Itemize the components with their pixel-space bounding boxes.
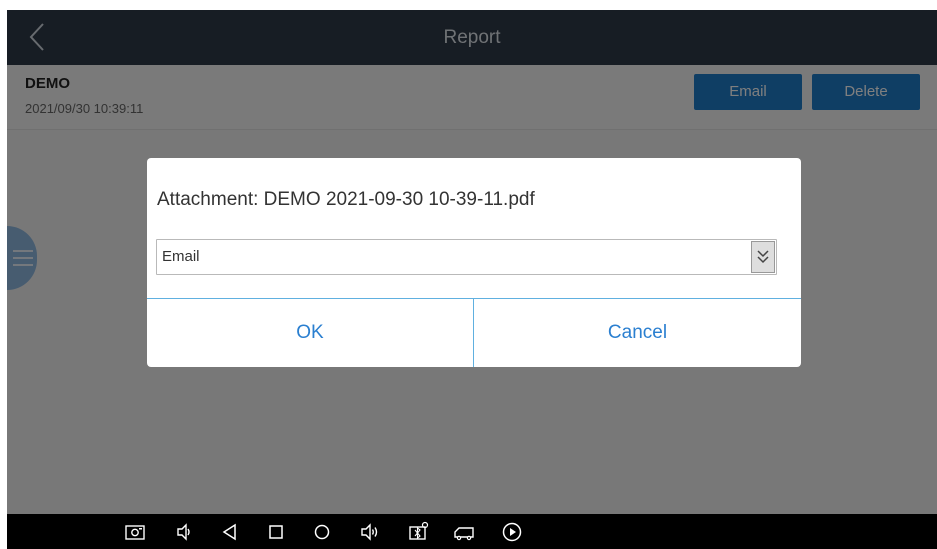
play-icon[interactable] [501, 521, 523, 543]
cancel-button[interactable]: Cancel [474, 299, 801, 367]
volume-up-icon[interactable] [359, 521, 381, 543]
vci-icon[interactable] [407, 521, 429, 543]
volume-down-icon[interactable] [173, 521, 195, 543]
select-value: Email [162, 248, 200, 265]
system-navbar [7, 514, 937, 549]
screenshot-icon[interactable] [124, 521, 146, 543]
vehicle-icon[interactable] [453, 521, 475, 543]
attachment-label: Attachment: DEMO 2021-09-30 10-39-11.pdf [157, 189, 535, 210]
double-chevron-down-icon[interactable] [751, 241, 775, 273]
send-method-select[interactable]: Email [156, 239, 777, 275]
app-screen: Report DEMO 2021/09/30 10:39:11 Email De… [7, 10, 937, 549]
send-report-dialog: Attachment: DEMO 2021-09-30 10-39-11.pdf… [147, 158, 801, 367]
home-icon[interactable] [311, 521, 333, 543]
recents-icon[interactable] [265, 521, 287, 543]
back-icon[interactable] [219, 521, 241, 543]
ok-button[interactable]: OK [147, 299, 473, 367]
